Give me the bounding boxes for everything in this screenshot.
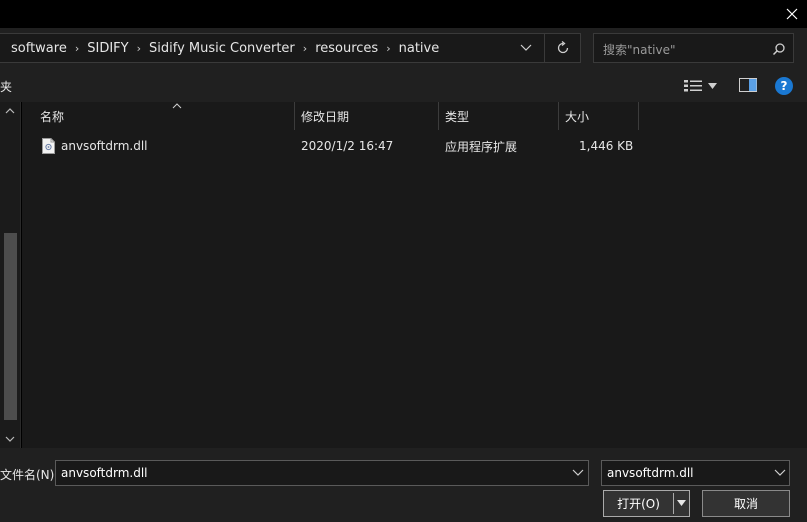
breadcrumb-item-sidify[interactable]: SIDIFY xyxy=(87,41,128,56)
address-history-button[interactable] xyxy=(516,38,536,58)
column-header-name-label: 名称 xyxy=(40,109,65,124)
column-header-size-label: 大小 xyxy=(565,109,590,124)
caret-down-icon[interactable] xyxy=(677,500,686,506)
breadcrumb-separator-icon[interactable]: › xyxy=(137,42,141,55)
file-date: 2020/1/2 16:47 xyxy=(301,139,394,153)
scrollbar-thumb[interactable] xyxy=(4,233,17,420)
filetype-select[interactable]: anvsoftdrm.dll xyxy=(601,460,790,486)
table-row[interactable]: anvsoftdrm.dll 2020/1/2 16:47 应用程序扩展 1,4… xyxy=(22,134,807,158)
details-view-icon xyxy=(684,80,702,92)
chevron-down-icon xyxy=(520,44,532,51)
title-bar xyxy=(0,0,807,28)
filename-value: anvsoftdrm.dll xyxy=(61,466,148,480)
close-button[interactable] xyxy=(776,0,807,28)
close-icon xyxy=(786,8,797,20)
column-headers: 名称 修改日期 类型 大小 xyxy=(22,102,807,130)
breadcrumb: software › SIDIFY › Sidify Music Convert… xyxy=(0,34,439,62)
view-options-button[interactable] xyxy=(684,78,720,94)
column-header-date[interactable]: 修改日期 xyxy=(295,102,439,130)
help-icon[interactable]: ? xyxy=(775,77,793,95)
new-folder-button[interactable]: 夹 xyxy=(0,78,12,95)
sort-ascending-icon xyxy=(172,103,182,109)
open-button-label: 打开(O) xyxy=(617,497,660,511)
search-input[interactable]: 搜索"native" xyxy=(593,33,794,63)
address-row: software › SIDIFY › Sidify Music Convert… xyxy=(0,28,807,70)
navigation-pane xyxy=(0,102,21,448)
open-button[interactable]: 打开(O) xyxy=(603,490,690,517)
filename-input[interactable]: anvsoftdrm.dll xyxy=(55,460,589,486)
search-icon[interactable] xyxy=(772,42,786,56)
refresh-button[interactable] xyxy=(550,38,576,58)
caret-down-icon xyxy=(708,83,717,89)
breadcrumb-separator-icon[interactable]: › xyxy=(303,42,307,55)
preview-pane-icon xyxy=(739,78,757,92)
column-header-type[interactable]: 类型 xyxy=(439,102,559,130)
address-bar[interactable]: software › SIDIFY › Sidify Music Convert… xyxy=(0,33,581,63)
cancel-button[interactable]: 取消 xyxy=(702,490,790,517)
breadcrumb-separator-icon[interactable]: › xyxy=(75,42,79,55)
breadcrumb-item-software[interactable]: software xyxy=(11,41,67,56)
address-divider xyxy=(544,34,545,62)
breadcrumb-item-native[interactable]: native xyxy=(399,41,440,56)
breadcrumb-separator-icon[interactable]: › xyxy=(386,42,390,55)
file-list: 名称 修改日期 类型 大小 anvsoftdrm.dll 2020/1/2 16… xyxy=(22,102,807,448)
file-type: 应用程序扩展 xyxy=(445,139,518,154)
scroll-up-icon[interactable] xyxy=(5,106,15,116)
chevron-down-icon xyxy=(774,469,786,476)
dialog-footer: 文件名(N): anvsoftdrm.dll anvsoftdrm.dll 打开… xyxy=(0,448,807,522)
open-button-divider xyxy=(673,493,674,514)
filetype-value: anvsoftdrm.dll xyxy=(607,466,694,480)
breadcrumb-item-resources[interactable]: resources xyxy=(315,41,378,56)
preview-pane-button[interactable] xyxy=(739,78,757,94)
breadcrumb-item-sidify-music-converter[interactable]: Sidify Music Converter xyxy=(149,41,295,56)
refresh-icon xyxy=(557,41,569,54)
chevron-down-icon[interactable] xyxy=(572,468,584,478)
column-header-name[interactable]: 名称 xyxy=(34,102,295,130)
search-placeholder: 搜索"native" xyxy=(603,43,676,57)
column-header-size[interactable]: 大小 xyxy=(559,102,639,130)
column-header-type-label: 类型 xyxy=(445,109,470,124)
filename-label: 文件名(N): xyxy=(0,468,59,482)
toolbar: 夹 ? xyxy=(0,70,807,102)
column-header-date-label: 修改日期 xyxy=(301,109,350,124)
file-name: anvsoftdrm.dll xyxy=(61,139,148,153)
dll-file-icon xyxy=(42,138,55,154)
scroll-down-icon[interactable] xyxy=(5,434,15,444)
file-size: 1,446 KB xyxy=(579,139,634,153)
